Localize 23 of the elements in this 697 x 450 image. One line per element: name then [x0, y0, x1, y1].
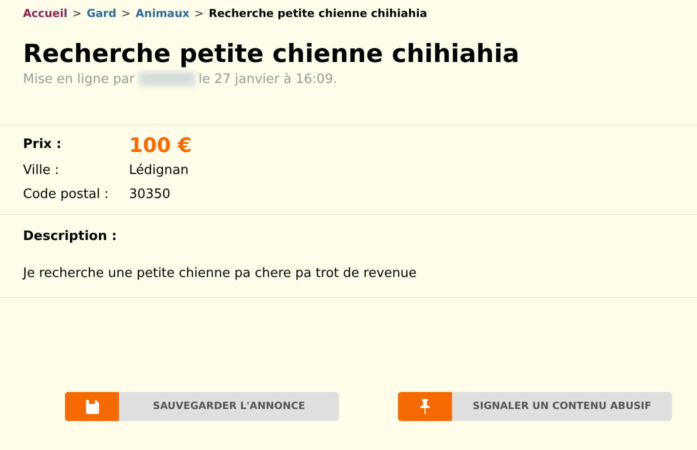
blurred-username: [138, 72, 195, 86]
breadcrumb-link[interactable]: Animaux: [136, 6, 190, 22]
detail-label: Ville :: [23, 162, 60, 180]
pin-icon: [420, 399, 430, 414]
report-button[interactable]: SIGNALER UN CONTENU ABUSIF: [398, 392, 672, 421]
detail-label: Code postal :: [23, 186, 110, 204]
floppy-icon: [86, 400, 98, 414]
ad-title: Recherche petite chienne chihiahia: [22, 38, 520, 68]
posted-by-text: Mise en ligne par: [23, 70, 135, 88]
breadcrumb-link[interactable]: Gard: [86, 6, 116, 22]
description-label: Description :: [23, 228, 118, 246]
breadcrumb-separator: >: [194, 6, 204, 22]
breadcrumb-current: Recherche petite chienne chihiahia: [208, 6, 428, 22]
posted-date-text: le 27 janvier à 16:09.: [198, 70, 338, 88]
detail-value: 30350: [129, 186, 170, 204]
breadcrumb-separator: >: [72, 6, 82, 22]
breadcrumb-separator: >: [121, 6, 131, 22]
price-value: 100 €: [129, 133, 192, 157]
breadcrumb-link[interactable]: Accueil: [23, 6, 68, 22]
detail-value: Lédignan: [129, 162, 189, 180]
detail-label: Prix :: [23, 136, 63, 154]
description-text: Je recherche une petite chienne pa chere pa trot de revenue: [23, 264, 418, 282]
save-ad-button[interactable]: SAUVEGARDER L'ANNONCE: [65, 392, 339, 421]
